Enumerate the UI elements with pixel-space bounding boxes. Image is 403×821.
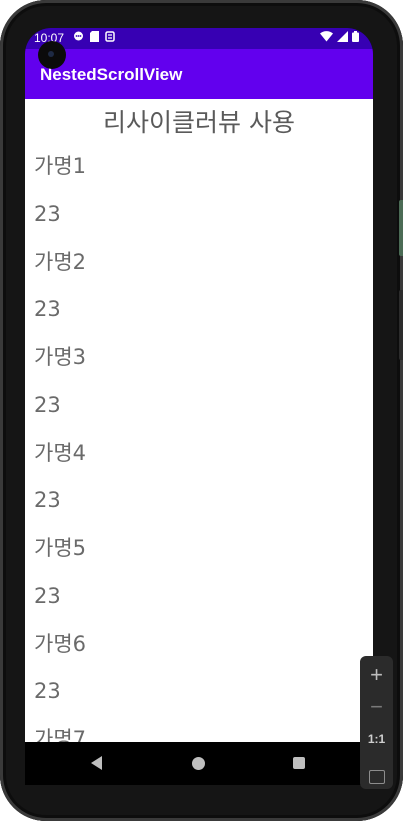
fit-screen-icon [368, 770, 385, 784]
recents-icon[interactable] [293, 757, 305, 769]
recycler-view[interactable]: 가명1 23 가명2 23 가명3 23 가명4 23 가명5 23 가명6 2… [25, 143, 373, 742]
list-item-name[interactable]: 가명2 [25, 239, 373, 287]
battery-icon [352, 31, 359, 45]
list-item-name[interactable]: 가명1 [25, 143, 373, 191]
sd-card-icon [90, 31, 99, 45]
power-button[interactable] [399, 290, 403, 360]
list-item-age[interactable]: 23 [25, 382, 373, 430]
list-item-name[interactable]: 가명7 [25, 716, 373, 742]
nested-scroll-view[interactable]: 리사이클러뷰 사용 가명1 23 가명2 23 가명3 23 가명4 23 가명… [25, 99, 373, 742]
list-item-age[interactable]: 23 [25, 191, 373, 239]
chat-icon [73, 31, 84, 45]
signal-icon [337, 31, 348, 45]
zoom-reset-button[interactable]: 1:1 [360, 732, 393, 746]
list-item-age[interactable]: 23 [25, 477, 373, 525]
list-item-name[interactable]: 가명5 [25, 525, 373, 573]
status-bar: 10:07 [25, 28, 373, 49]
zoom-out-button[interactable]: − [360, 694, 393, 720]
emulator-zoom-panel: + − 1:1 [360, 656, 393, 789]
list-item-age[interactable]: 23 [25, 573, 373, 621]
volume-button[interactable] [399, 200, 403, 256]
zoom-in-button[interactable]: + [360, 662, 393, 688]
front-camera [38, 41, 66, 69]
list-item-age[interactable]: 23 [25, 668, 373, 716]
system-status-icons [320, 31, 359, 45]
app-bar: NestedScrollView [25, 49, 373, 99]
back-icon[interactable] [91, 756, 102, 770]
phone-screen: 10:07 NestedScrollView 리사이클러뷰 사용 가명1 23 … [25, 28, 373, 785]
list-item-age[interactable]: 23 [25, 286, 373, 334]
list-item-name[interactable]: 가명4 [25, 430, 373, 478]
notification-icons [73, 31, 115, 45]
device-frame: 10:07 NestedScrollView 리사이클러뷰 사용 가명1 23 … [0, 0, 403, 821]
sync-icon [105, 31, 115, 45]
zoom-fit-button[interactable] [360, 764, 393, 790]
list-item-name[interactable]: 가명6 [25, 621, 373, 669]
home-icon[interactable] [192, 757, 205, 770]
navigation-bar [25, 742, 373, 785]
app-title: NestedScrollView [40, 65, 183, 84]
recycler-view-title: 리사이클러뷰 사용 [103, 108, 295, 137]
wifi-icon [320, 31, 333, 45]
list-item-name[interactable]: 가명3 [25, 334, 373, 382]
